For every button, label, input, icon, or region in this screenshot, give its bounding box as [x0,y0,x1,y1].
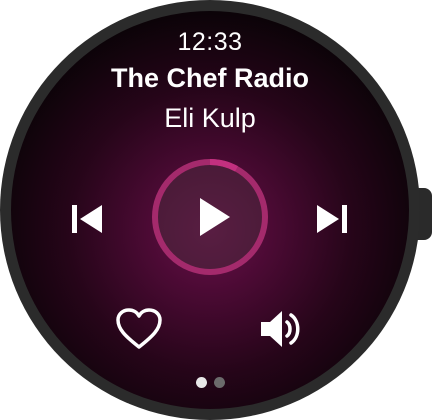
track-title: The Chef Radio [110,63,309,93]
skip-previous-icon [72,205,102,233]
heart-outline-icon [116,308,162,349]
volume-icon [261,311,300,347]
watch-device: 12:33 The Chef Radio Eli Kulp [0,0,433,420]
status-time: 12:33 [177,28,243,56]
progress-ring [152,159,268,275]
like-button[interactable] [115,307,163,351]
skip-next-icon [317,205,347,233]
next-button[interactable] [311,199,351,239]
page-indicator [11,377,409,388]
page-dot-2[interactable] [213,377,225,388]
previous-button[interactable] [68,199,108,239]
watch-bezel: 12:33 The Chef Radio Eli Kulp [0,0,420,420]
play-pause-button[interactable] [150,157,270,277]
volume-button[interactable] [258,307,306,351]
watch-screen: 12:33 The Chef Radio Eli Kulp [11,11,409,409]
page-dot-1[interactable] [195,377,207,388]
track-artist: Eli Kulp [164,103,256,133]
